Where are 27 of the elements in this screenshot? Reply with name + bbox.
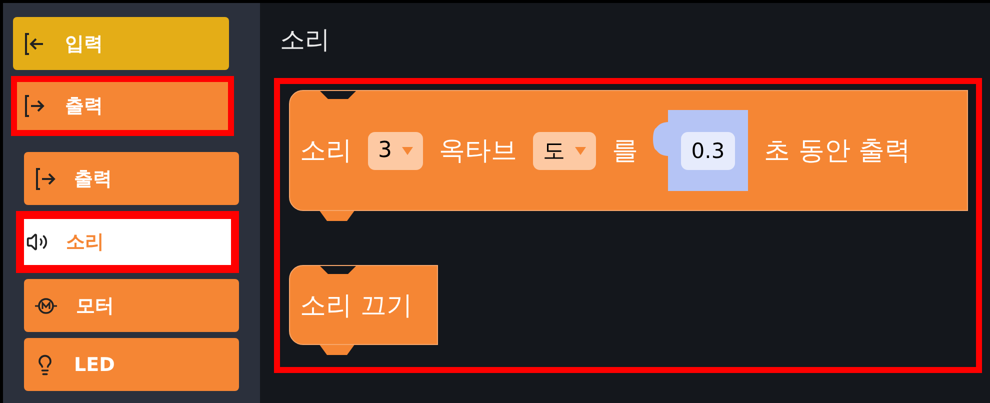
bracket-arrow-left-icon: [23, 32, 45, 56]
speaker-icon: [26, 231, 48, 253]
block-notch: [320, 91, 356, 100]
workspace-title: 소리: [279, 24, 331, 56]
sidebar-item[interactable]: 출력: [24, 152, 239, 205]
sidebar-item[interactable]: LED: [24, 338, 239, 391]
block-label: 를: [612, 135, 638, 168]
block-notch: [320, 266, 356, 275]
block-dropdown[interactable]: 3: [368, 132, 423, 170]
socket-nub: [652, 122, 670, 156]
number-field[interactable]: 0.3: [681, 132, 735, 170]
category-button[interactable]: 출력: [11, 76, 234, 136]
sidebar-item[interactable]: 소리: [16, 211, 239, 273]
block-label: 소리: [300, 135, 352, 168]
code-block[interactable]: 소리 끄기: [289, 265, 438, 345]
category-button[interactable]: 입력: [13, 17, 229, 70]
bracket-arrow-right-icon: [34, 166, 56, 190]
block-dropdown[interactable]: 도: [533, 132, 596, 170]
bracket-arrow-right-icon: [23, 94, 45, 118]
block-label: 초 동안 출력: [764, 135, 911, 168]
sidebar-item[interactable]: 모터: [24, 279, 239, 332]
caret-icon: [402, 146, 413, 154]
code-block[interactable]: 소리 3 옥타브 도 를 0.3 초 동안 출력: [289, 90, 968, 211]
block-label: 소리 끄기: [300, 290, 412, 322]
motor-icon: [34, 296, 58, 314]
caret-icon: [575, 146, 586, 154]
block-label: 옥타브: [439, 135, 517, 168]
